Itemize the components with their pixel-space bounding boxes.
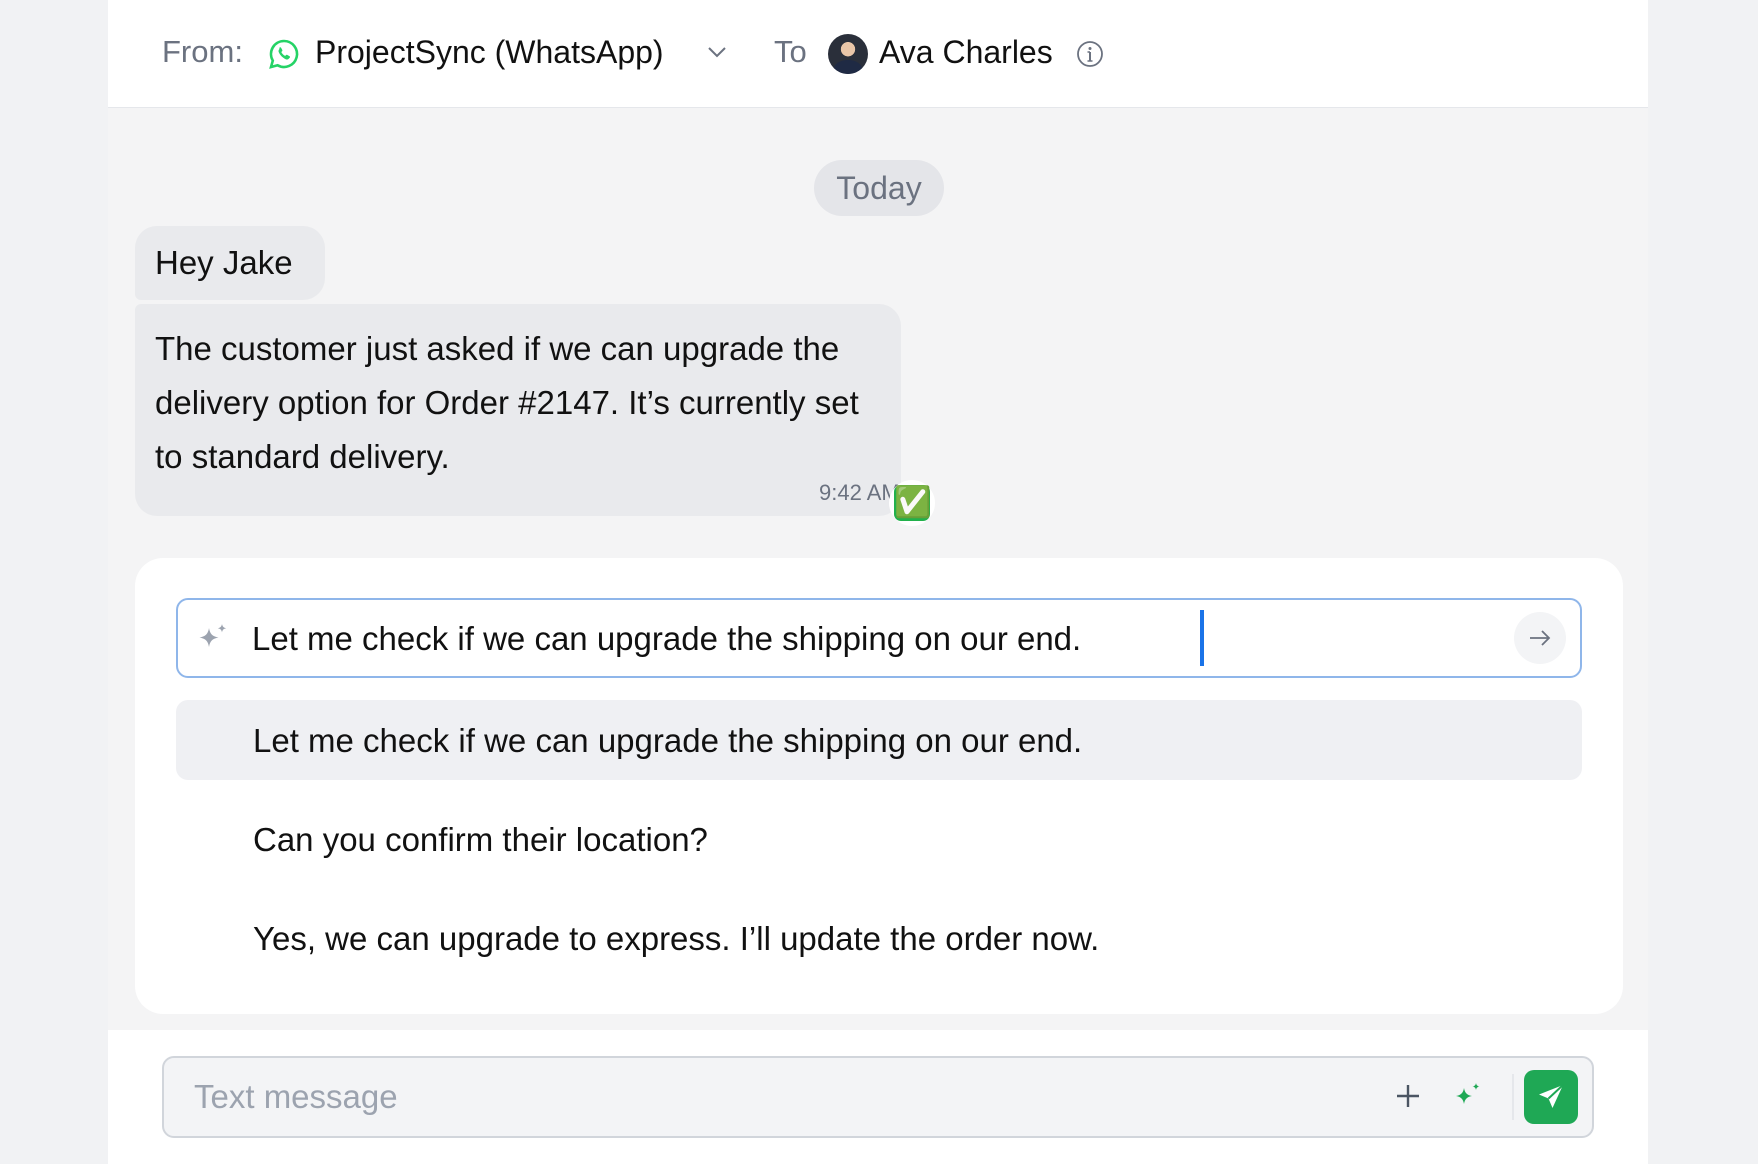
to-label: To	[774, 34, 807, 69]
sparkle-icon	[199, 624, 227, 647]
send-icon	[1539, 1084, 1564, 1108]
message-input-placeholder[interactable]: Text message	[194, 1078, 398, 1116]
message-bubble[interactable]: Hey Jake	[135, 226, 325, 300]
toolbar-divider	[1512, 1074, 1514, 1120]
apply-suggestion-button[interactable]	[1514, 612, 1566, 664]
whatsapp-icon	[269, 39, 299, 69]
ai-input-value[interactable]: Let me check if we can upgrade the shipp…	[252, 620, 1081, 658]
info-icon[interactable]	[1076, 40, 1104, 68]
ai-compose-input[interactable]: Let me check if we can upgrade the shipp…	[176, 598, 1582, 678]
check-icon: ✅	[894, 485, 932, 521]
conversation-panel: From: ProjectSync (WhatsApp) To Ava Char…	[108, 0, 1648, 1164]
avatar	[828, 34, 868, 74]
plus-icon[interactable]	[1392, 1080, 1424, 1112]
sparkle-icon[interactable]	[1452, 1080, 1484, 1112]
message-text: Hey Jake	[155, 244, 293, 281]
suggestion-item[interactable]: Let me check if we can upgrade the shipp…	[176, 700, 1582, 780]
send-button[interactable]	[1524, 1070, 1578, 1124]
arrow-right-icon	[1530, 630, 1551, 646]
suggestion-text: Let me check if we can upgrade the shipp…	[253, 722, 1083, 759]
contact-name[interactable]: Ava Charles	[879, 34, 1053, 71]
message-text: The customer just asked if we can upgrad…	[155, 330, 859, 475]
date-separator: Today	[814, 160, 944, 216]
from-label: From:	[162, 34, 243, 69]
channel-selector[interactable]: ProjectSync (WhatsApp)	[315, 34, 664, 71]
composer-area: Text message	[108, 1030, 1648, 1164]
message-composer[interactable]: Text message	[162, 1056, 1594, 1138]
suggestion-text: Can you confirm their location?	[253, 821, 708, 858]
suggestion-text: Yes, we can upgrade to express. I’ll upd…	[253, 920, 1100, 957]
chevron-down-icon[interactable]	[706, 44, 728, 60]
suggestion-item[interactable]: Yes, we can upgrade to express. I’ll upd…	[176, 898, 1582, 978]
message-timestamp: 9:42 AM	[819, 480, 900, 505]
message-bubble[interactable]: The customer just asked if we can upgrad…	[135, 304, 901, 516]
suggestion-item[interactable]: Can you confirm their location?	[176, 799, 1582, 879]
conversation-header: From: ProjectSync (WhatsApp) To Ava Char…	[108, 0, 1648, 108]
reaction-badge[interactable]: ✅	[889, 480, 935, 526]
ai-suggestions-card: Let me check if we can upgrade the shipp…	[135, 558, 1623, 1014]
text-cursor	[1200, 610, 1204, 666]
